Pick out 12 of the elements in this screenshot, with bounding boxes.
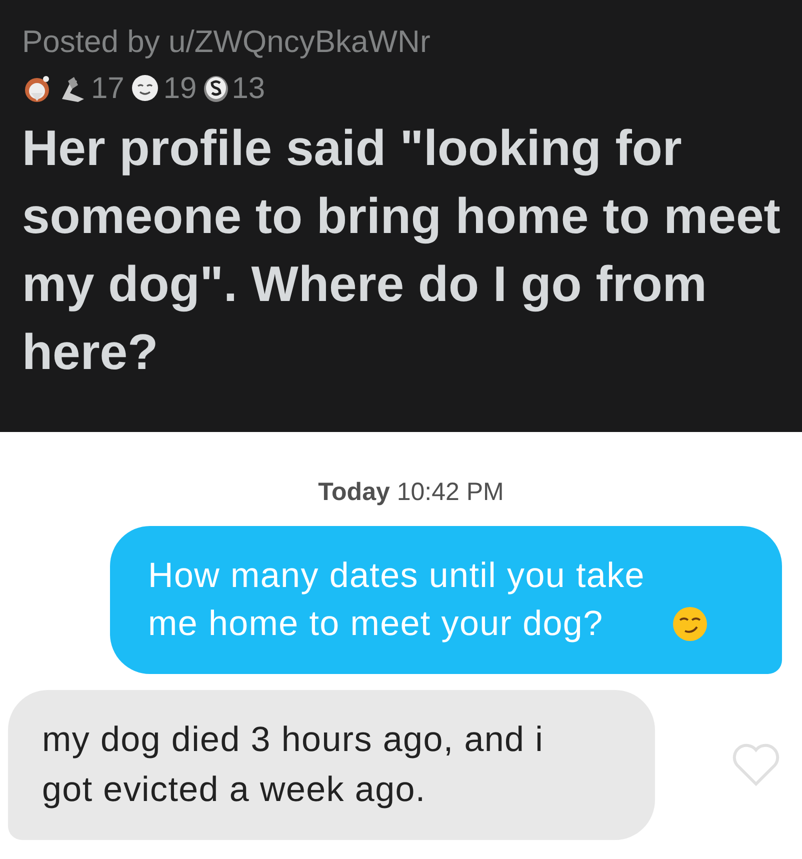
message-text: my dog died 3 hours ago, and i got evicted a week ago.: [42, 718, 545, 810]
award-count: 17: [91, 70, 124, 106]
smiling-face-icon: [130, 73, 160, 103]
award-count: 19: [163, 70, 197, 106]
award-count: 13: [232, 70, 266, 106]
heart-icon[interactable]: [731, 742, 781, 788]
post-title: Her profile said "looking for someone to bring home to meet my dog". Where do I go from here?: [22, 119, 782, 382]
timestamp: Today 10:42 PM: [318, 477, 504, 508]
posted-by: Posted by u/ZWQncyBkaWNr: [22, 23, 432, 61]
coin-icon: [202, 73, 229, 103]
message-text: How many dates until you take me home to meet your dog?: [148, 554, 646, 644]
laughing-face-icon: [22, 73, 52, 103]
